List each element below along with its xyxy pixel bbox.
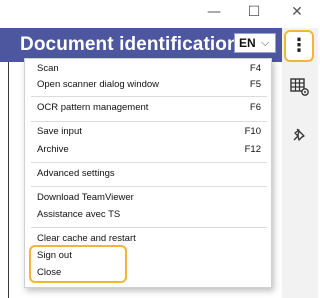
more-options-button[interactable]: ⋮ [284,30,314,62]
menu-separator [31,227,267,228]
language-select[interactable]: EN ⌵ [234,33,276,53]
kebab-menu-icon: ⋮ [290,35,308,56]
chevron-down-icon: ⌵ [261,36,270,49]
highlight-annotation [29,245,127,283]
menu-separator [31,186,267,187]
menu-separator [31,162,267,163]
minimize-button[interactable]: — [204,4,224,20]
menu-item-ocr-pattern-management[interactable]: OCR pattern management F6 [37,100,265,116]
menu-item-open-scanner-dialog[interactable]: Open scanner dialog window F5 [37,77,265,93]
menu-item-download-teamviewer[interactable]: Download TeamViewer [37,190,265,206]
menu-separator [31,121,267,122]
right-toolbar [282,28,318,298]
table-settings-icon[interactable] [289,77,311,99]
pin-icon[interactable] [289,126,311,148]
dropdown-menu: Scan F4 Open scanner dialog window F5 OC… [24,58,272,288]
menu-item-scan[interactable]: Scan F4 [37,61,265,77]
menu-item-save-input[interactable]: Save input F10 [37,124,265,140]
close-window-button[interactable]: ✕ [287,4,307,20]
menu-item-archive[interactable]: Archive F12 [37,142,265,158]
language-value: EN [239,36,256,50]
window-titlebar: — ☐ ✕ [0,0,318,28]
page-title: Document identification [20,34,239,55]
menu-separator [31,96,267,97]
background-divider [8,62,9,298]
menu-item-assistance-ts[interactable]: Assistance avec TS [37,207,265,223]
maximize-button[interactable]: ☐ [244,4,264,20]
menu-item-advanced-settings[interactable]: Advanced settings [37,166,265,182]
